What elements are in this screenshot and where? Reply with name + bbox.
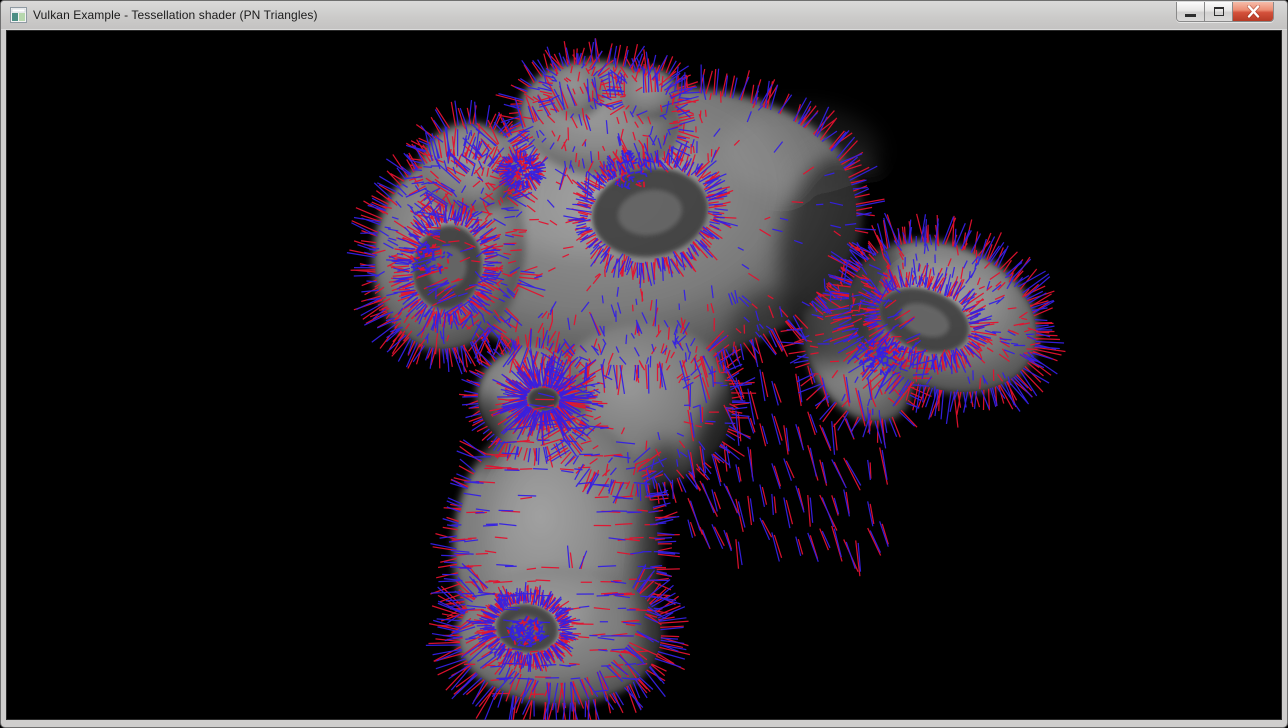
- app-window: Vulkan Example - Tessellation shader (PN…: [0, 0, 1288, 728]
- titlebar[interactable]: Vulkan Example - Tessellation shader (PN…: [1, 1, 1287, 30]
- app-icon[interactable]: [10, 7, 27, 23]
- close-icon: [1246, 5, 1261, 18]
- tessellation-render: [6, 30, 1282, 720]
- render-viewport[interactable]: [6, 30, 1282, 720]
- maximize-icon: [1214, 7, 1224, 16]
- close-button[interactable]: [1232, 2, 1273, 21]
- screen: Vulkan Example - Tessellation shader (PN…: [0, 0, 1288, 728]
- window-controls: [1176, 2, 1274, 22]
- maximize-button[interactable]: [1204, 2, 1232, 21]
- minimize-icon: [1185, 14, 1196, 17]
- minimize-button[interactable]: [1177, 2, 1204, 21]
- window-title: Vulkan Example - Tessellation shader (PN…: [33, 8, 318, 22]
- application-icon: [10, 7, 27, 23]
